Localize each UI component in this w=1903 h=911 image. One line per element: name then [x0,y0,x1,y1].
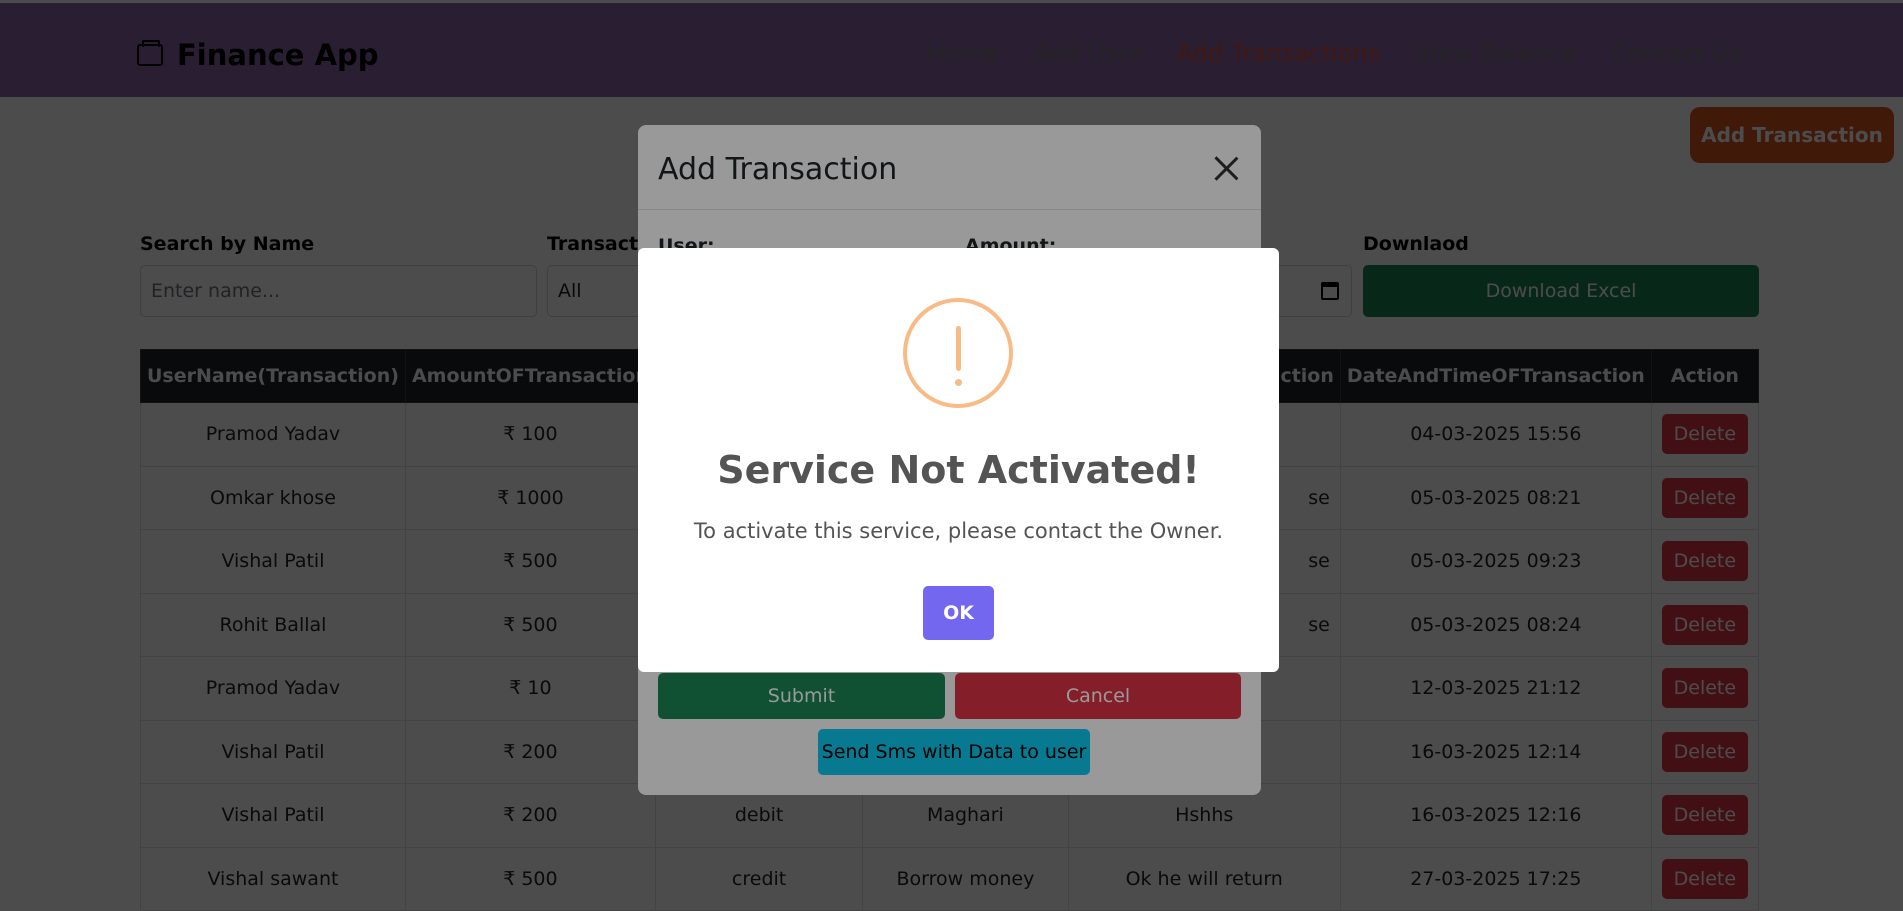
ok-button[interactable]: OK [923,586,994,640]
alert-title: Service Not Activated! [717,448,1200,492]
alert-text: To activate this service, please contact… [693,519,1224,543]
service-alert-dialog: Service Not Activated! To activate this … [638,248,1279,672]
warning-icon [903,298,1013,408]
